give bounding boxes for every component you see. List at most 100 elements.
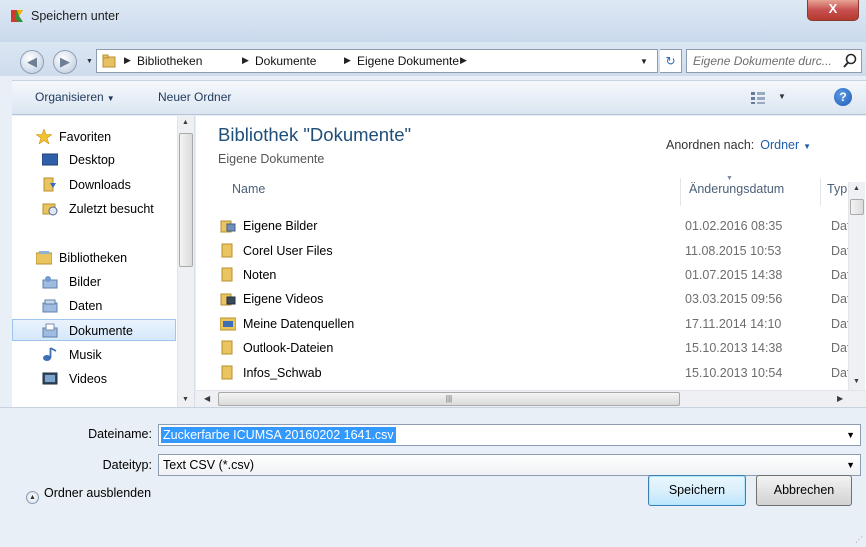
hide-folders-toggle[interactable]: ▲ Ordner ausblenden [26, 486, 151, 504]
arrange-value[interactable]: Ordner [760, 138, 799, 152]
view-dropdown-icon[interactable]: ▼ [778, 92, 786, 101]
filename-dropdown-icon[interactable]: ▼ [846, 430, 855, 440]
arrow-right-icon: ▶ [60, 54, 70, 69]
nav-downloads-label: Downloads [69, 178, 131, 192]
scroll-up-icon[interactable]: ▲ [182, 119, 189, 126]
scroll-up-icon[interactable]: ▲ [853, 185, 860, 192]
file-name: Outlook-Dateien [243, 341, 334, 355]
file-list-vscrollbar[interactable]: ▲ ▼ [848, 182, 865, 390]
organize-menu[interactable]: Organisieren ▼ [35, 90, 115, 104]
command-bar: Organisieren ▼ Neuer Ordner ▼ ? [12, 80, 866, 115]
nav-dokumente[interactable]: Dokumente [12, 319, 176, 341]
filetype-dropdown-icon[interactable]: ▼ [846, 460, 855, 470]
forward-button[interactable]: ▶ [53, 50, 77, 74]
save-button[interactable]: Speichern [648, 475, 746, 506]
file-name: Meine Datenquellen [243, 317, 355, 331]
nav-recent-label: Zuletzt besucht [69, 202, 154, 216]
arrange-label: Anordnen nach: [666, 138, 755, 152]
close-button[interactable]: X [807, 0, 859, 21]
nav-dokumente-label: Dokumente [69, 324, 133, 338]
chevron-right-icon[interactable]: ▶ [460, 55, 467, 66]
arrange-by[interactable]: Anordnen nach: Ordner ▼ [666, 138, 811, 152]
nav-musik-label: Musik [69, 348, 102, 362]
nav-favorites[interactable]: Favoriten [12, 126, 176, 148]
recent-pages-dropdown[interactable]: ▼ [86, 58, 93, 65]
breadcrumb-dokumente[interactable]: Dokumente [255, 54, 316, 68]
chevron-right-icon[interactable]: ▶ [242, 55, 249, 66]
scroll-right-icon[interactable]: ▶ [837, 394, 843, 403]
address-dropdown-icon[interactable]: ▼ [640, 57, 648, 66]
videos-library-icon [42, 372, 58, 385]
file-row[interactable]: Eigene Videos 03.03.2015 09:56 Dat [214, 287, 850, 311]
nav-desktop-label: Desktop [69, 153, 115, 167]
nav-daten[interactable]: Daten [12, 295, 176, 317]
caret-down-icon: ▼ [106, 94, 115, 103]
column-divider[interactable] [820, 178, 821, 206]
file-row[interactable]: Outlook-Dateien 15.10.2013 14:38 Dat [214, 336, 850, 360]
refresh-button[interactable]: ↻ [660, 49, 682, 73]
chevron-right-icon[interactable]: ▶ [124, 55, 131, 66]
nav-libraries[interactable]: Bibliotheken [12, 247, 176, 269]
nav-downloads[interactable]: Downloads [12, 174, 176, 196]
breadcrumb-eigene-dokumente[interactable]: Eigene Dokumente [357, 54, 459, 68]
file-list-vscroll-thumb[interactable] [850, 199, 864, 215]
file-name: Corel User Files [243, 244, 333, 258]
column-divider[interactable] [680, 178, 681, 206]
filename-input[interactable]: Zuckerfarbe ICUMSA 20160202 1641.csv ▼ [158, 424, 861, 446]
save-form: Dateiname: Zuckerfarbe ICUMSA 20160202 1… [0, 407, 866, 547]
file-date: 17.11.2014 14:10 [685, 317, 782, 331]
search-input[interactable] [693, 54, 843, 68]
refresh-icon: ↻ [665, 54, 676, 68]
filetype-value: Text CSV (*.csv) [163, 458, 254, 472]
resize-grip-icon[interactable]: ⋰ [855, 535, 863, 544]
library-title: Bibliothek "Dokumente" [218, 124, 412, 145]
nav-desktop[interactable]: Desktop [12, 149, 176, 171]
nav-scroll-thumb[interactable] [179, 133, 193, 267]
column-header-name[interactable]: Name [232, 182, 265, 206]
file-row[interactable]: Corel User Files 11.08.2015 10:53 Dat [214, 239, 850, 263]
desktop-icon [42, 153, 58, 166]
sort-indicator-icon: ▼ [726, 175, 733, 182]
scroll-left-icon[interactable]: ◀ [204, 394, 210, 403]
videos-folder-icon [220, 293, 236, 306]
chevron-right-icon[interactable]: ▶ [344, 55, 351, 66]
file-row[interactable]: Infos_Schwab 15.10.2013 10:54 Dat [214, 361, 850, 385]
nav-musik[interactable]: Musik [12, 344, 176, 366]
nav-videos[interactable]: Videos [12, 368, 176, 390]
search-box[interactable] [686, 49, 862, 73]
back-button[interactable]: ◀ [20, 50, 44, 74]
file-name: Eigene Videos [243, 292, 324, 306]
libraries-icon [36, 251, 52, 265]
column-header-date[interactable]: Änderungsdatum [689, 182, 784, 206]
view-options-icon[interactable] [750, 91, 766, 105]
file-row[interactable]: Meine Datenquellen 17.11.2014 14:10 Dat [214, 312, 850, 336]
address-bar[interactable]: ▶ Bibliotheken ▶ Dokumente ▶ Eigene Doku… [96, 49, 658, 73]
data-library-icon [42, 299, 58, 313]
scroll-down-icon[interactable]: ▼ [182, 396, 189, 403]
caret-down-icon[interactable]: ▼ [803, 142, 811, 151]
new-folder-button[interactable]: Neuer Ordner [158, 90, 231, 104]
nav-favorites-label: Favoriten [59, 130, 112, 144]
file-list-hscroll-thumb[interactable]: ||| [218, 392, 680, 406]
file-date: 11.08.2015 10:53 [685, 244, 782, 258]
breadcrumb-bibliotheken[interactable]: Bibliotheken [137, 54, 202, 68]
pictures-folder-icon [220, 220, 236, 233]
file-row[interactable]: Eigene Bilder 01.02.2016 08:35 Dat [214, 214, 850, 238]
datasource-folder-icon [220, 317, 236, 331]
file-name: Infos_Schwab [243, 366, 322, 380]
search-icon[interactable] [843, 53, 857, 69]
file-row[interactable]: Noten 01.07.2015 14:38 Dat [214, 263, 850, 287]
folder-icon [221, 267, 233, 282]
nav-recent[interactable]: Zuletzt besucht [12, 198, 176, 220]
file-list-hscrollbar[interactable]: ◀ ||| ▶ [196, 390, 866, 407]
recent-places-icon [42, 203, 58, 216]
scroll-down-icon[interactable]: ▼ [853, 378, 860, 385]
nav-scrollbar[interactable]: ▲ ▼ [177, 116, 194, 407]
collapse-up-icon: ▲ [26, 491, 39, 504]
filetype-select[interactable]: Text CSV (*.csv) ▼ [158, 454, 861, 476]
help-icon[interactable]: ? [834, 88, 852, 106]
nav-bilder[interactable]: Bilder [12, 271, 176, 293]
cancel-button[interactable]: Abbrechen [756, 475, 852, 506]
column-header-type[interactable]: Typ [827, 182, 847, 206]
nav-daten-label: Daten [69, 299, 103, 313]
